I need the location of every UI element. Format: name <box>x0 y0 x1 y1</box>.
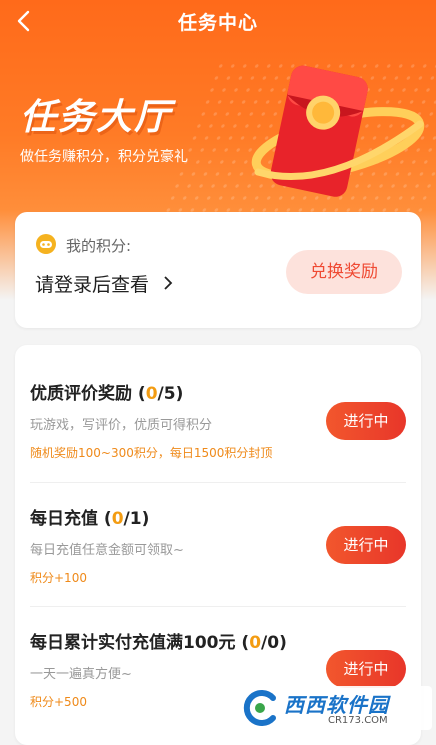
task-progress-total: 1 <box>129 509 142 529</box>
red-envelope-icon <box>251 65 425 197</box>
divider <box>30 482 406 483</box>
task-progress-total: 0 <box>267 633 280 653</box>
watermark-domain: CR173.COM <box>328 715 388 726</box>
task-status-button[interactable]: 进行中 <box>326 526 406 564</box>
points-card: 我的积分: 请登录后查看 兑换奖励 <box>15 212 421 328</box>
task-reward: 积分+100 <box>30 571 87 585</box>
task-status-button[interactable]: 进行中 <box>326 650 406 688</box>
task-list-card: 优质评价奖励 (0/5) 玩游戏，写评价，优质可得积分 随机奖励100~300积… <box>15 345 421 745</box>
nav-bar: 任务中心 <box>0 0 436 42</box>
task-reward: 随机奖励100~300积分，每日1500积分封顶 <box>30 446 273 460</box>
task-title: 优质评价奖励 (0/5) <box>30 384 184 404</box>
watermark-logo: 西西软件园 CR173.COM <box>236 686 432 730</box>
task-progress-done: 0 <box>111 509 124 529</box>
login-link[interactable]: 请登录后查看 <box>35 270 173 297</box>
site-logo-icon <box>243 690 276 726</box>
game-coin-icon <box>36 234 56 254</box>
divider <box>30 606 406 607</box>
task-item-review: 优质评价奖励 (0/5) 玩游戏，写评价，优质可得积分 随机奖励100~300积… <box>30 379 406 461</box>
chevron-right-icon <box>164 276 173 290</box>
task-status-button[interactable]: 进行中 <box>326 402 406 440</box>
page-title: 任务中心 <box>177 12 258 34</box>
task-item-daily-recharge: 每日充值 (0/1) 每日充值任意金额可领取~ 积分+100 进行中 <box>30 504 406 586</box>
task-progress-total: 5 <box>163 384 176 404</box>
watermark-name: 西西软件园 <box>284 693 389 717</box>
task-progress-done: 0 <box>145 384 158 404</box>
hero-title: 任务大厅 <box>20 97 173 138</box>
exchange-rewards-button[interactable]: 兑换奖励 <box>286 250 402 294</box>
hero-subtitle: 做任务赚积分，积分兑豪礼 <box>20 149 188 165</box>
login-text: 请登录后查看 <box>35 274 150 296</box>
task-progress-done: 0 <box>249 633 262 653</box>
points-label: 我的积分: <box>66 237 132 255</box>
